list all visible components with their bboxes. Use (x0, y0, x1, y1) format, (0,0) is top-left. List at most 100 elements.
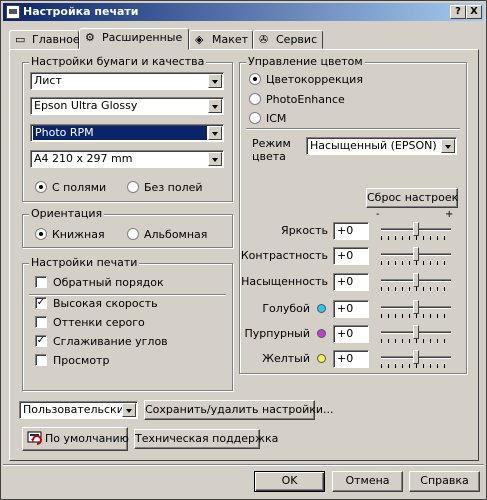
saturation-input[interactable]: +0 (333, 273, 369, 291)
radio-dot (249, 93, 261, 105)
radio-label: С полями (52, 181, 107, 194)
checkbox-label: Оттенки серого (53, 316, 145, 329)
yellow-dot-icon (317, 354, 326, 363)
group-label: Настройки печати (29, 256, 140, 269)
slider-thumb[interactable] (413, 350, 419, 364)
preview-checkbox[interactable]: Просмотр (35, 354, 109, 368)
landscape-radio[interactable]: Альбомная (127, 228, 207, 242)
slider-thumb[interactable] (413, 300, 419, 314)
chevron-down-icon[interactable] (208, 126, 222, 140)
color-mode-label-2: цвета (252, 150, 286, 163)
slider-plus-label: + (445, 209, 454, 220)
gear-icon: ⚙ (85, 31, 95, 44)
slider-thumb[interactable] (413, 222, 419, 236)
preset-select[interactable]: Пользовательские (19, 401, 138, 419)
checkbox-box (35, 354, 47, 366)
checkbox-label: Сглаживание углов (53, 335, 168, 348)
slider-ticks (381, 364, 451, 368)
radio-label: ICM (266, 112, 287, 125)
page-icon: ▭ (15, 33, 26, 46)
cancel-button[interactable]: Отмена (332, 471, 403, 492)
slider-ticks (381, 339, 451, 343)
select-value: Насыщенный (EPSON) (310, 139, 437, 152)
tab-advanced[interactable]: ⚙ Расширенные (79, 28, 189, 50)
save-delete-settings-button[interactable]: Сохранить/удалить настройки... (144, 400, 334, 420)
checkbox-box (35, 276, 47, 288)
group-label: Управление цветом (246, 55, 365, 68)
slider-ticks (381, 261, 451, 265)
slider-minus-label: - (376, 209, 380, 220)
checkbox-box: ✓ (35, 335, 47, 347)
help-title-button[interactable]: ? (450, 5, 466, 19)
chevron-down-icon[interactable] (208, 74, 222, 88)
color-correction-radio[interactable]: Цветокоррекция (249, 73, 363, 87)
grayscale-checkbox[interactable]: Оттенки серого (35, 316, 145, 330)
radio-dot (127, 181, 139, 193)
high-speed-checkbox[interactable]: ✓ Высокая скорость (35, 297, 158, 311)
default-reset-icon (27, 431, 45, 447)
portrait-radio[interactable]: Книжная (35, 228, 105, 242)
radio-dot (249, 73, 261, 85)
color-mode-label: Режим (252, 137, 291, 150)
quality-select[interactable]: Photo RPM (30, 124, 224, 142)
radio-dot (35, 228, 47, 240)
paper-size-select[interactable]: A4 210 x 297 mm (30, 150, 224, 168)
checkbox-label: Высокая скорость (53, 297, 158, 310)
tech-support-button[interactable]: Техническая поддержка (134, 429, 278, 449)
slider-label: Пурпурный (244, 327, 310, 340)
orientation-group: Ориентация Книжная Альбомная (22, 207, 233, 248)
help-button[interactable]: Справка (409, 471, 480, 492)
layout-icon: ◈ (195, 33, 204, 46)
printer-icon (6, 5, 20, 19)
title-bar: Настройка печати ? X (3, 3, 484, 21)
paper-source-select[interactable]: Лист (30, 72, 224, 90)
chevron-down-icon[interactable] (122, 403, 136, 417)
cyan-input[interactable]: +0 (333, 300, 369, 318)
radio-dot (127, 228, 139, 240)
select-value: Photo RPM (33, 126, 207, 140)
tab-service[interactable]: ✇ Сервис (253, 30, 323, 49)
color-mode-select[interactable]: Насыщенный (EPSON) (306, 137, 457, 155)
media-type-select[interactable]: Epson Ultra Glossy (30, 97, 224, 115)
radio-dot (249, 112, 261, 124)
radio-label: Цветокоррекция (266, 73, 363, 86)
reverse-order-checkbox[interactable]: Обратный порядок (35, 276, 164, 290)
chevron-down-icon[interactable] (208, 152, 222, 166)
radio-label: Книжная (52, 228, 105, 241)
slider-thumb[interactable] (413, 247, 419, 261)
yellow-input[interactable]: +0 (333, 350, 369, 368)
window-title: Настройка печати (23, 5, 139, 18)
tab-main[interactable]: ▭ Главное (9, 30, 80, 49)
close-title-button[interactable]: X (466, 5, 482, 19)
radio-dot (35, 181, 47, 193)
divider (29, 294, 226, 296)
ok-button[interactable]: OK (254, 471, 325, 492)
reset-settings-button[interactable]: Сброс настроек (366, 188, 458, 208)
chevron-down-icon[interactable] (208, 99, 222, 113)
magenta-input[interactable]: +0 (333, 325, 369, 343)
radio-label: Альбомная (144, 228, 208, 241)
contrast-input[interactable]: +0 (333, 247, 369, 265)
slider-ticks (381, 236, 451, 240)
borderless-radio[interactable]: Без полей (127, 181, 203, 195)
paper-quality-group: Настройки бумаги и качества Лист Epson U… (22, 55, 233, 202)
with-borders-radio[interactable]: С полями (35, 181, 106, 195)
photoenhance-radio[interactable]: PhotoEnhance (249, 93, 345, 107)
icm-radio[interactable]: ICM (249, 112, 286, 126)
checkbox-label: Просмотр (53, 354, 110, 367)
footer-divider (3, 464, 484, 466)
slider-thumb[interactable] (413, 325, 419, 339)
radio-label: Без полей (144, 181, 203, 194)
default-button[interactable]: По умолчанию (22, 427, 129, 451)
edge-smoothing-checkbox[interactable]: ✓ Сглаживание углов (35, 335, 168, 349)
brightness-input[interactable]: +0 (333, 222, 369, 240)
tab-label: Главное (32, 33, 80, 46)
tab-layout[interactable]: ◈ Макет (189, 30, 253, 49)
magenta-dot-icon (317, 329, 326, 338)
select-value: Пользовательские (23, 403, 131, 416)
slider-thumb[interactable] (413, 273, 419, 287)
slider-label: Голубой (262, 302, 310, 315)
select-value: Лист (34, 74, 62, 87)
select-value: A4 210 x 297 mm (34, 152, 133, 165)
chevron-down-icon[interactable] (441, 139, 455, 153)
